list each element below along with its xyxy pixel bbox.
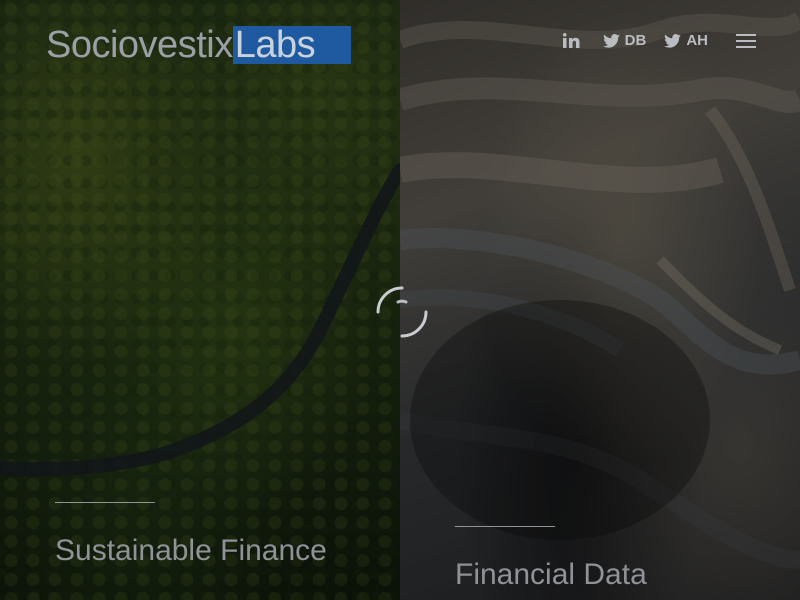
sustainable-finance-title[interactable]: Sustainable Finance [55, 534, 327, 568]
twitter-db-link[interactable]: DB [602, 32, 647, 49]
caption-rule [55, 502, 155, 503]
hamburger-menu-icon[interactable] [736, 33, 756, 48]
financial-data-title[interactable]: Financial Data [455, 558, 647, 592]
brand-name-part1: Sociovestix [46, 24, 233, 66]
twitter-icon [664, 33, 682, 48]
twitter-ah-label: AH [686, 32, 708, 49]
twitter-db-label: DB [624, 32, 647, 49]
header-nav: DB AH [562, 32, 756, 49]
financial-data-panel[interactable]: Financial Data [400, 0, 800, 600]
twitter-icon [602, 33, 620, 48]
caption-rule [455, 526, 555, 527]
loading-spinner-icon [376, 286, 428, 338]
sustainable-finance-panel[interactable]: Sustainable Finance [0, 0, 400, 600]
twitter-ah-link[interactable]: AH [664, 32, 708, 49]
linkedin-icon [562, 33, 580, 48]
linkedin-link[interactable] [562, 33, 585, 48]
brand-logo[interactable]: Sociovestix Labs [46, 24, 352, 66]
brand-name-part2: Labs [232, 26, 352, 64]
